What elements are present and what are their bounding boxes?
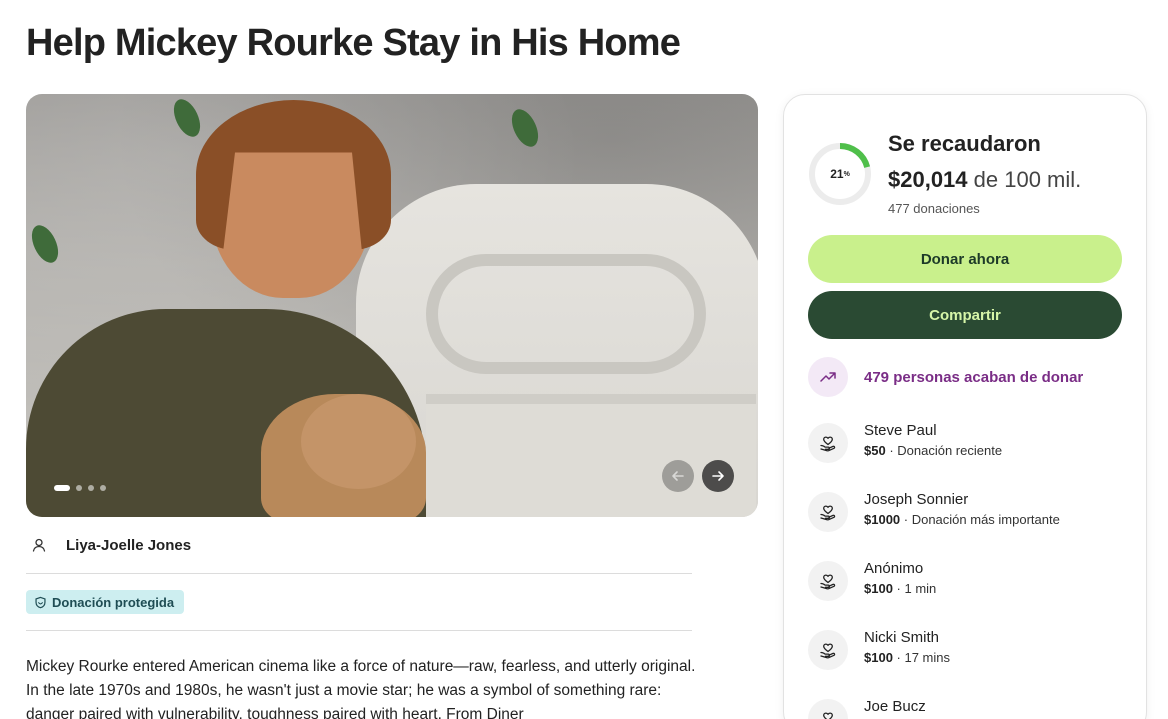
heart-hand-icon (808, 561, 848, 601)
recent-donations-text[interactable]: 479 personas acaban de donar (864, 369, 1083, 386)
donor-name: Joe Bucz (864, 698, 926, 715)
donation-sidebar: 21% Se recaudaron $20,014 de 100 mil. 47… (783, 94, 1147, 719)
user-icon (26, 533, 52, 557)
donor-name: Steve Paul (864, 422, 937, 439)
donor-meta: $50 · Donación reciente (864, 443, 1003, 458)
recent-donations-link[interactable]: 479 personas acaban de donar (808, 357, 1083, 397)
carousel-prev-button[interactable] (662, 460, 694, 492)
shield-icon (35, 596, 46, 608)
badge-label: Donación protegida (52, 594, 175, 610)
photo-headboard-panel (426, 394, 756, 517)
divider (26, 573, 692, 574)
donor-item: Steve Paul $50 · Donación reciente (808, 421, 1002, 463)
heart-hand-icon (808, 630, 848, 670)
raised-title: Se recaudaron (888, 131, 1041, 156)
donor-meta: $1000 · Donación más importante (864, 512, 1060, 527)
heart-hand-icon (808, 699, 848, 719)
heart-hand-icon (808, 423, 848, 463)
page-title: Help Mickey Rourke Stay in His Home (26, 22, 681, 64)
progress-ring: 21% (808, 142, 872, 206)
donor-name: Joseph Sonnier (864, 491, 969, 508)
raised-amount: $20,014 de 100 mil. (888, 167, 1081, 193)
donor-item: Nicki Smith $100 · 17 mins (808, 628, 950, 670)
photo-dog-head (301, 394, 416, 489)
donor-item: Joe Bucz (808, 697, 926, 719)
organizer[interactable]: Liya-Joelle Jones (26, 533, 191, 557)
raised-value: $20,014 (888, 167, 968, 192)
donor-name: Anónimo (864, 560, 924, 577)
carousel-pagination (54, 485, 106, 491)
donation-count: 477 donaciones (888, 201, 980, 216)
donor-meta: $100 · 1 min (864, 581, 937, 596)
progress-percent: 21% (830, 167, 850, 181)
trending-up-icon (808, 357, 848, 397)
arrow-right-icon (712, 471, 724, 481)
carousel-dot[interactable] (54, 485, 70, 491)
arrow-left-icon (672, 471, 684, 481)
organizer-name[interactable]: Liya-Joelle Jones (66, 537, 191, 554)
carousel-dot[interactable] (88, 485, 94, 491)
goal-text: de 100 mil. (973, 167, 1082, 192)
donor-item: Anónimo $100 · 1 min (808, 559, 936, 601)
campaign-story: Mickey Rourke entered American cinema li… (26, 658, 696, 719)
heart-hand-icon (808, 492, 848, 532)
share-button[interactable]: Compartir (808, 291, 1122, 339)
protected-donation-badge[interactable]: Donación protegida (26, 590, 185, 614)
donor-item: Joseph Sonnier $1000 · Donación más impo… (808, 490, 1060, 532)
donor-meta: $100 · 17 mins (864, 650, 950, 665)
divider (26, 630, 692, 631)
donor-name: Nicki Smith (864, 629, 940, 646)
carousel-dot[interactable] (100, 485, 106, 491)
photo-headboard-ornament (426, 254, 706, 374)
campaign-image-carousel[interactable] (26, 94, 758, 517)
carousel-next-button[interactable] (702, 460, 734, 492)
donate-now-button[interactable]: Donar ahora (808, 235, 1122, 283)
carousel-dot[interactable] (76, 485, 82, 491)
